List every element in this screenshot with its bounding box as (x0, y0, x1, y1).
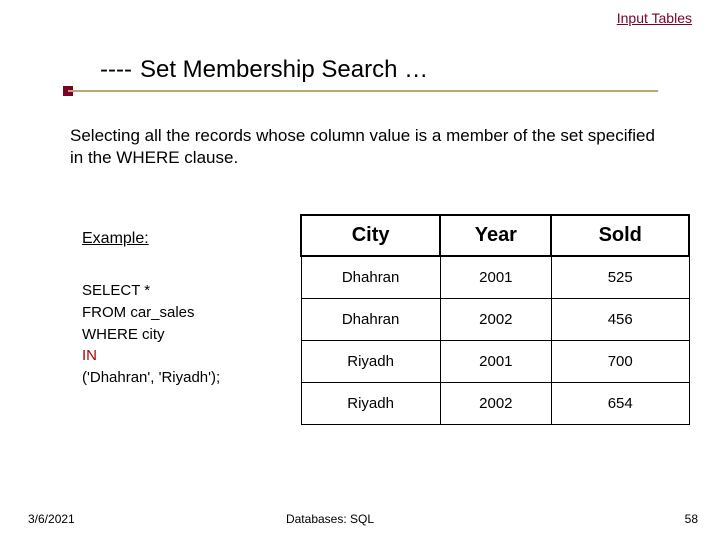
slide-title: ---- Set Membership Search … (100, 56, 680, 84)
cell: Riyadh (301, 383, 440, 425)
result-table: City Year Sold Dhahran 2001 525 Dhahran … (300, 214, 690, 425)
example-label: Example: (82, 230, 149, 248)
cell: 700 (551, 341, 689, 383)
cell: 2002 (440, 383, 551, 425)
sql-line: ('Dhahran', 'Riyadh'); (82, 367, 220, 389)
sql-code: SELECT * FROM car_sales WHERE city IN ('… (82, 280, 220, 389)
col-header-sold: Sold (551, 215, 689, 256)
title-text: Set Membership Search … (140, 56, 428, 84)
sql-keyword-in: IN (82, 345, 220, 367)
table-row: Dhahran 2001 525 (301, 256, 689, 299)
footer-page-number: 58 (685, 512, 698, 526)
cell: 2001 (440, 256, 551, 299)
table-row: Dhahran 2002 456 (301, 299, 689, 341)
cell: 525 (551, 256, 689, 299)
cell: 2001 (440, 341, 551, 383)
table-header-row: City Year Sold (301, 215, 689, 256)
table-row: Riyadh 2002 654 (301, 383, 689, 425)
cell: 456 (551, 299, 689, 341)
col-header-year: Year (440, 215, 551, 256)
cell: Dhahran (301, 256, 440, 299)
title-dashes: ---- (100, 56, 132, 84)
intro-text: Selecting all the records whose column v… (70, 125, 672, 169)
sql-line: WHERE city (82, 324, 220, 346)
cell: 654 (551, 383, 689, 425)
sql-line: SELECT * (82, 280, 220, 302)
cell: Dhahran (301, 299, 440, 341)
col-header-city: City (301, 215, 440, 256)
footer-title: Databases: SQL (0, 512, 720, 526)
footer-date: 3/6/2021 (28, 512, 75, 526)
cell: 2002 (440, 299, 551, 341)
sql-line: FROM car_sales (82, 302, 220, 324)
title-underline (68, 90, 658, 92)
cell: Riyadh (301, 341, 440, 383)
table-row: Riyadh 2001 700 (301, 341, 689, 383)
input-tables-link[interactable]: Input Tables (617, 10, 692, 26)
